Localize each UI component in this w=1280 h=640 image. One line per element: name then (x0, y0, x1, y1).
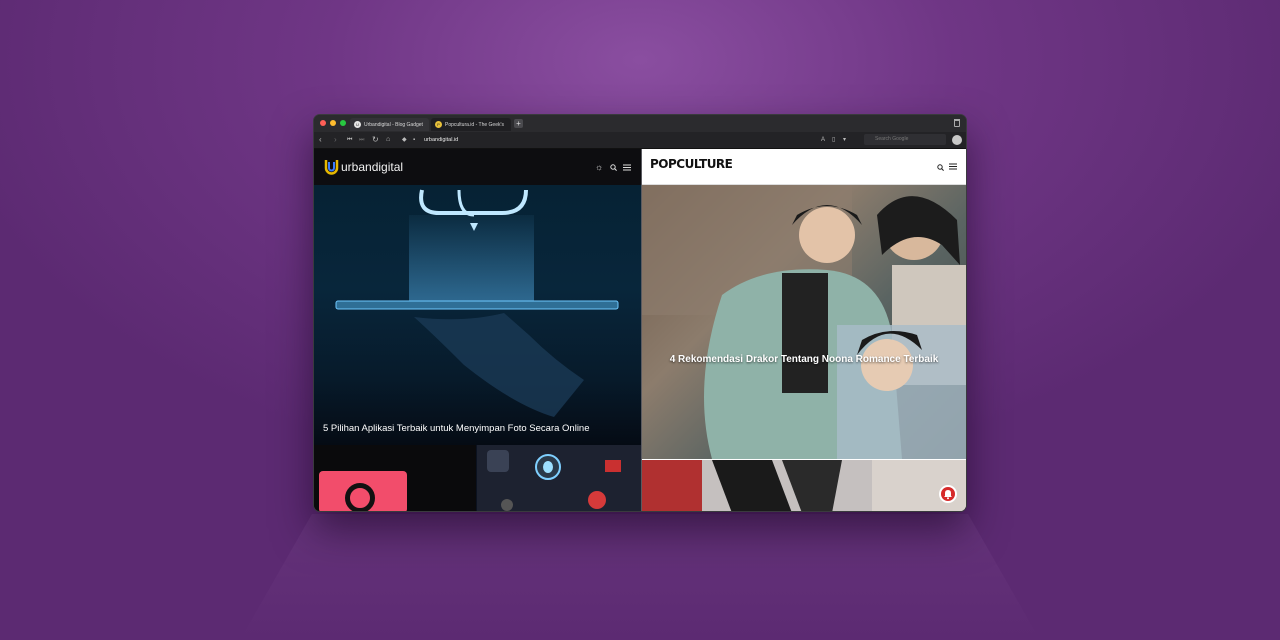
search-icon[interactable] (610, 164, 617, 171)
close-window-button[interactable] (320, 120, 326, 126)
popcultura-favicon-icon: P (435, 121, 442, 128)
urbandigital-header: urbandigital ☼ (314, 149, 641, 185)
search-icon[interactable] (937, 164, 944, 171)
minimize-window-button[interactable] (330, 120, 336, 126)
urbandigital-logo-icon[interactable] (324, 158, 339, 175)
urbandigital-site-name[interactable]: urbandigital (341, 160, 403, 174)
back-icon[interactable]: ‹ (319, 134, 322, 146)
menu-icon[interactable] (949, 163, 957, 170)
new-tab-button[interactable]: + (514, 119, 523, 128)
icons-collage-image (487, 450, 621, 511)
address-bar[interactable]: urbandigital.id (424, 135, 458, 145)
reload-icon[interactable]: ↻ (372, 134, 379, 146)
thumbnail-image (319, 471, 407, 511)
tab-label: Popcultura.id - The Geek's (445, 121, 504, 128)
search-placeholder: Search Google (875, 136, 909, 142)
maximize-window-button[interactable] (340, 120, 346, 126)
hero-title[interactable]: 5 Pilihan Aplikasi Terbaik untuk Menyimp… (323, 423, 590, 434)
urbandigital-favicon-icon: U (354, 121, 361, 128)
home-icon[interactable]: ⌂ (386, 134, 390, 146)
hero-image (335, 189, 619, 417)
rewind-icon[interactable]: ⏮ (347, 134, 352, 146)
window-controls (320, 120, 346, 126)
tab-urbandigital[interactable]: U Urbandigital - Blog Gadget (350, 118, 429, 131)
popculture-logo[interactable]: POPCULTURE (650, 157, 733, 171)
popculture-header: POPCULTURE (642, 149, 966, 185)
translate-icon[interactable]: A (821, 134, 825, 146)
tab-bar: U Urbandigital - Blog Gadget P Popcultur… (314, 115, 966, 132)
hero-article[interactable]: 4 Rekomendasi Drakor Tentang Noona Roman… (642, 185, 966, 459)
lock-icon: ▪ (413, 137, 416, 143)
menu-icon[interactable] (623, 164, 631, 171)
fast-forward-icon[interactable]: ⏭ (359, 134, 364, 146)
profile-avatar[interactable] (952, 135, 962, 145)
hero-article[interactable]: 5 Pilihan Aplikasi Terbaik untuk Menyimp… (314, 185, 641, 445)
trash-icon[interactable] (954, 119, 960, 127)
navigation-bar: ‹ › ⏮ ⏭ ↻ ⌂ ◆ ▪ urbandigital.id A ▯ ▾ Se… (314, 132, 966, 149)
hero-title[interactable]: 4 Rekomendasi Drakor Tentang Noona Roman… (642, 354, 966, 365)
thumbnail-image (642, 460, 966, 511)
window-reflection (240, 514, 1040, 640)
sun-icon[interactable]: ☼ (595, 162, 603, 172)
search-field[interactable]: Search Google (864, 134, 946, 145)
forward-icon[interactable]: › (334, 134, 337, 146)
article-thumbnail[interactable] (314, 445, 476, 511)
bookmark-icon[interactable]: ▯ (832, 134, 835, 146)
article-thumbnail[interactable] (477, 445, 641, 511)
article-thumbnail[interactable] (642, 460, 966, 511)
urbandigital-pane: urbandigital ☼ 5 Pilihan Aplikasi Terbai… (314, 149, 641, 511)
notification-bell-icon[interactable] (939, 485, 957, 503)
browser-window: U Urbandigital - Blog Gadget P Popcultur… (313, 114, 967, 512)
popculture-pane: POPCULTURE 4 Rekomendasi Drakor Tentang … (642, 149, 966, 511)
q-logo-icon (345, 483, 375, 511)
tab-popcultura[interactable]: P Popcultura.id - The Geek's (431, 118, 511, 131)
tab-label: Urbandigital - Blog Gadget (364, 121, 423, 128)
hero-image (642, 185, 966, 459)
dropdown-icon[interactable]: ▾ (843, 134, 846, 146)
shield-icon[interactable]: ◆ (402, 134, 407, 146)
